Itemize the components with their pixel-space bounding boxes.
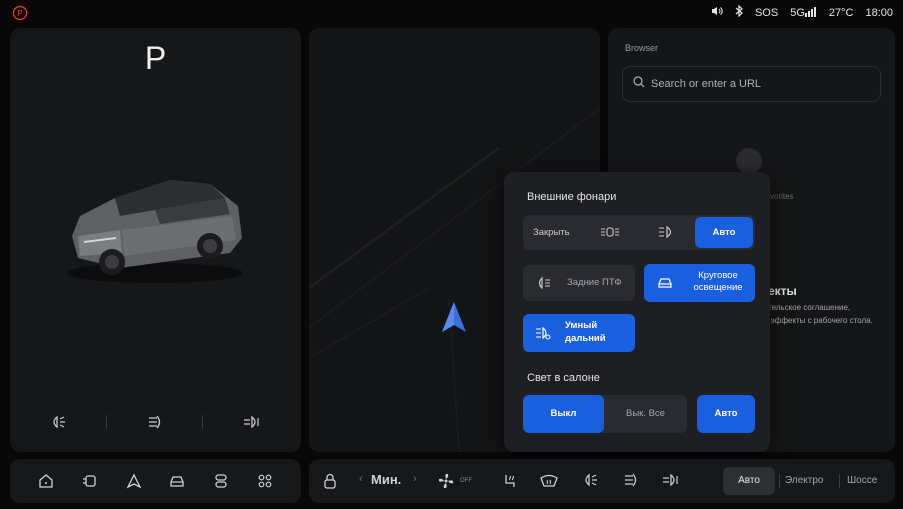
smart-beam-icon — [535, 326, 551, 345]
smart-high-beam-button[interactable]: Умный дальний — [523, 314, 635, 352]
volume-icon — [711, 6, 723, 19]
status-indicators: SOS 5G 27°C 18:00 — [711, 4, 893, 20]
divider — [202, 415, 204, 429]
surround-lighting-button[interactable]: Круговое освещение — [644, 264, 755, 302]
headlight-icon[interactable] — [49, 414, 67, 430]
rear-fog-button[interactable]: Задние ПТФ — [523, 265, 635, 301]
lock-icon[interactable] — [323, 473, 337, 494]
cabin-auto-button[interactable]: Авто — [697, 395, 755, 433]
temperature-label: 27°C — [828, 6, 854, 19]
dock-low-beam-icon[interactable] — [621, 472, 639, 493]
svg-text:P: P — [17, 9, 22, 18]
media-icon[interactable] — [213, 473, 229, 489]
light-mode-selector: Закрыть Авто — [523, 215, 755, 250]
surround-label-1: Круговое — [698, 270, 738, 281]
gear-indicator: P — [144, 40, 167, 76]
position-lights-icon[interactable] — [600, 225, 620, 244]
car-image[interactable] — [60, 158, 250, 293]
drive-mode-auto[interactable]: Авто — [723, 467, 775, 495]
divider — [839, 474, 840, 488]
car-light-icon — [656, 275, 674, 296]
car-screen-icon[interactable] — [82, 473, 98, 489]
climate-dock: ‹ Мин. › OFF Авто Электро Шоссе — [309, 459, 895, 503]
drive-mode-highway[interactable]: Шоссе — [847, 475, 877, 486]
vehicle-panel: P — [10, 28, 301, 452]
signal-icon — [804, 6, 816, 17]
browser-title: Browser — [625, 43, 659, 53]
surround-label-2: освещение — [693, 282, 743, 293]
bluetooth-icon — [735, 4, 743, 20]
dock-apps — [10, 459, 301, 503]
info-line-2: -эффекты с рабочего стола. — [768, 316, 873, 325]
info-line-1: тельское соглашение, — [768, 303, 851, 312]
dock-fog-light-icon[interactable] — [661, 472, 681, 493]
fog-light-icon[interactable] — [242, 414, 262, 430]
status-bar: P SOS 5G 27°C 18:00 — [0, 0, 903, 26]
low-beam-mode-icon[interactable] — [658, 225, 676, 244]
drive-mode-electric[interactable]: Электро — [785, 475, 823, 486]
mode-auto-button[interactable]: Авто — [695, 217, 753, 248]
exterior-lights-popup: Внешние фонари Закрыть Авто Задние ПТФ К… — [504, 172, 770, 452]
rear-fog-icon — [536, 276, 552, 295]
network-indicator: 5G — [790, 6, 817, 19]
cabin-all-off-button[interactable]: Вык. Все — [604, 408, 687, 419]
dock-headlight-icon[interactable] — [581, 472, 599, 493]
seat-heat-icon[interactable] — [501, 472, 519, 495]
smart-beam-label-2: дальний — [565, 333, 606, 344]
navigation-icon[interactable] — [126, 473, 142, 489]
cabin-off-button[interactable]: Выкл — [523, 395, 604, 433]
parking-brake-icon: P — [12, 5, 28, 21]
favorites-label: vorites — [770, 192, 794, 201]
car-icon[interactable] — [169, 473, 185, 489]
info-heading: екты — [768, 284, 797, 298]
smart-beam-label-1: Умный — [565, 320, 598, 331]
home-icon[interactable] — [38, 473, 54, 489]
navigation-arrow-icon — [440, 300, 468, 341]
clock-label: 18:00 — [865, 6, 893, 19]
apps-icon[interactable] — [257, 473, 273, 489]
fan-state-label: OFF — [460, 478, 472, 484]
sos-label: SOS — [754, 6, 779, 19]
divider — [105, 415, 107, 429]
divider — [779, 474, 780, 488]
cabin-light-selector: Выкл Вык. Все — [523, 395, 687, 433]
light-shortcuts — [10, 414, 301, 430]
fan-decrease-button[interactable]: ‹ — [359, 473, 363, 485]
windshield-defrost-icon[interactable] — [539, 472, 559, 495]
fan-level-label: Мин. — [371, 472, 402, 487]
fan-increase-button[interactable]: › — [413, 473, 417, 485]
mode-off-button[interactable]: Закрыть — [533, 227, 570, 238]
low-beam-icon[interactable] — [145, 414, 163, 430]
popup-title: Внешние фонари — [527, 191, 617, 203]
search-placeholder: Search or enter a URL — [651, 78, 762, 90]
cabin-light-title: Свет в салоне — [527, 372, 600, 384]
url-search-input[interactable]: Search or enter a URL — [622, 66, 881, 102]
fan-icon[interactable] — [437, 472, 459, 495]
rear-fog-label: Задние ПТФ — [567, 277, 622, 288]
search-icon — [633, 75, 645, 93]
